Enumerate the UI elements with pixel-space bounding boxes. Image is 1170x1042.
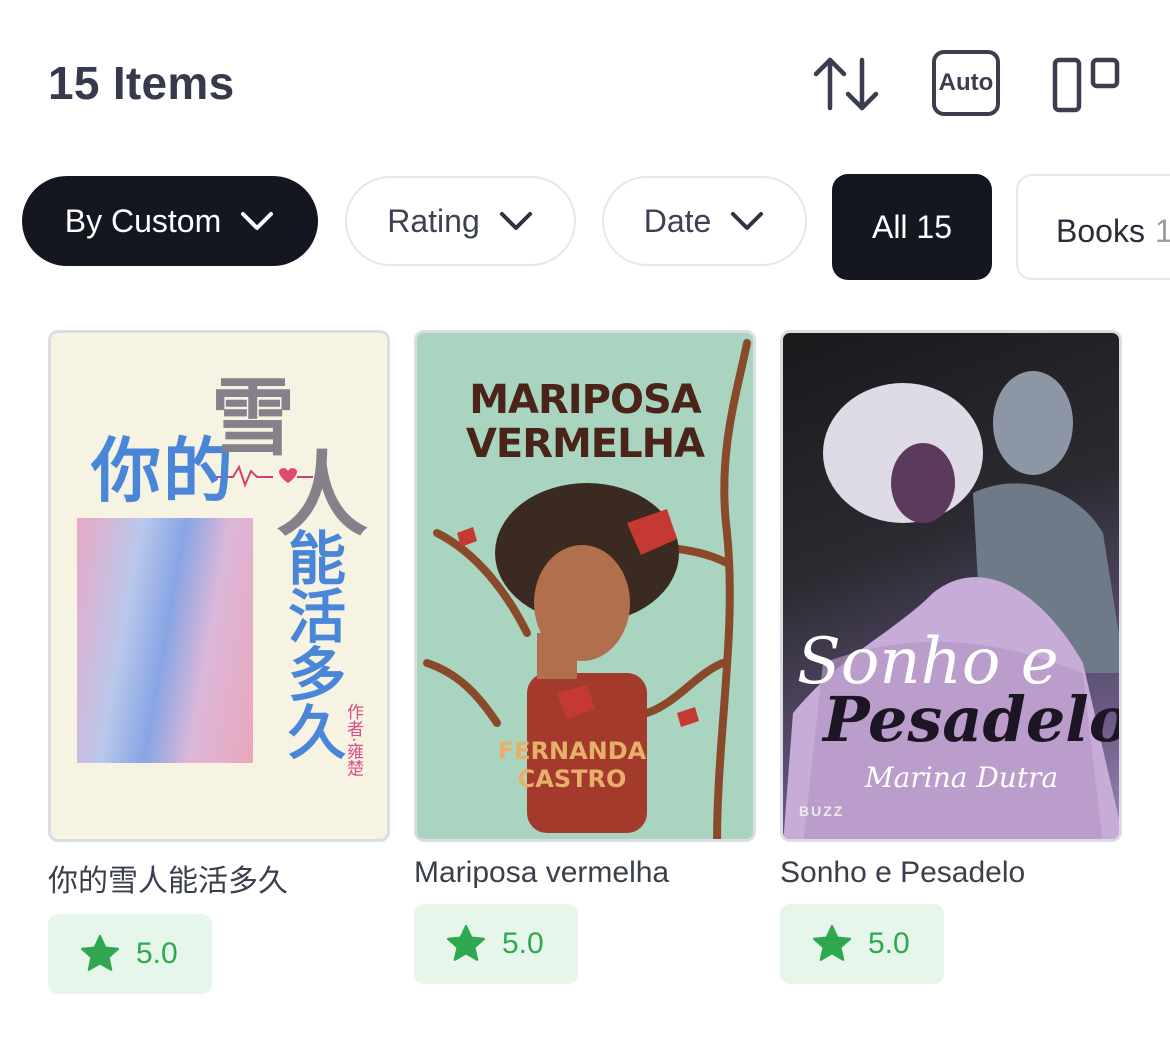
tab-books[interactable]: Books 1 xyxy=(1016,174,1170,280)
rating-value: 5.0 xyxy=(502,927,544,960)
grid-layout-icon[interactable] xyxy=(1050,54,1122,116)
cover-title-line: Pesadelo xyxy=(823,683,1122,756)
star-icon xyxy=(446,924,486,961)
rating-value: 5.0 xyxy=(136,937,178,970)
tab-books-label: Books xyxy=(1056,212,1145,249)
cover-title-part: 能活多久 xyxy=(278,528,346,760)
chevron-down-icon xyxy=(499,212,532,230)
date-filter-dropdown[interactable]: Date xyxy=(602,176,807,266)
book-title[interactable]: Mariposa vermelha xyxy=(414,856,756,890)
page: 15 Items Auto By Custom Rating Date All … xyxy=(0,0,1170,1042)
rating-filter-label: Rating xyxy=(387,202,480,239)
sort-custom-dropdown[interactable]: By Custom xyxy=(22,176,318,266)
book-card[interactable]: MARIPOSA VERMELHA FERNANDA CASTRO Maripo… xyxy=(414,330,756,984)
rating-value: 5.0 xyxy=(868,927,910,960)
rating-badge: 5.0 xyxy=(48,914,212,994)
book-cover[interactable]: MARIPOSA VERMELHA FERNANDA CASTRO xyxy=(414,330,756,842)
date-filter-label: Date xyxy=(643,202,712,239)
star-icon xyxy=(80,934,120,971)
sort-arrows-icon[interactable] xyxy=(812,54,882,114)
chevron-down-icon xyxy=(731,212,764,230)
chevron-down-icon xyxy=(241,212,274,230)
cover-photo xyxy=(77,518,253,763)
auto-label: Auto xyxy=(938,69,994,96)
book-card[interactable]: 你的 雪 人 能活多久 作者·雍楚 你的雪人能活多久 5.0 xyxy=(48,330,390,994)
cover-author-first: FERNANDA xyxy=(497,737,647,765)
rating-filter-dropdown[interactable]: Rating xyxy=(345,176,576,266)
cover-author: 作者·雍楚 xyxy=(343,703,363,777)
rating-badge: 5.0 xyxy=(414,904,578,984)
cover-publisher: BUZZ xyxy=(799,803,845,819)
book-cover[interactable]: Sonho e Pesadelo Marina Dutra BUZZ xyxy=(780,330,1122,842)
book-title[interactable]: 你的雪人能活多久 xyxy=(48,856,390,900)
tab-all-label: All 15 xyxy=(871,208,953,245)
auto-layout-button[interactable]: Auto xyxy=(932,50,1000,116)
cover-title-line: MARIPOSA xyxy=(469,377,702,423)
book-title[interactable]: Sonho e Pesadelo xyxy=(780,856,1122,890)
page-title: 15 Items xyxy=(48,57,235,109)
cover-author: FERNANDA CASTRO xyxy=(487,737,657,793)
cover-author: Marina Dutra xyxy=(865,761,1059,794)
book-card[interactable]: Sonho e Pesadelo Marina Dutra BUZZ Sonho… xyxy=(780,330,1122,984)
cover-author-last: CASTRO xyxy=(517,765,627,793)
star-icon xyxy=(812,924,852,961)
cover-title-line: VERMELHA xyxy=(465,421,705,467)
tab-all[interactable]: All 15 xyxy=(832,174,992,280)
sort-custom-label: By Custom xyxy=(64,202,222,239)
book-cover[interactable]: 你的 雪 人 能活多久 作者·雍楚 xyxy=(48,330,390,842)
rating-badge: 5.0 xyxy=(780,904,944,984)
tab-books-count: 1 xyxy=(1154,212,1170,249)
